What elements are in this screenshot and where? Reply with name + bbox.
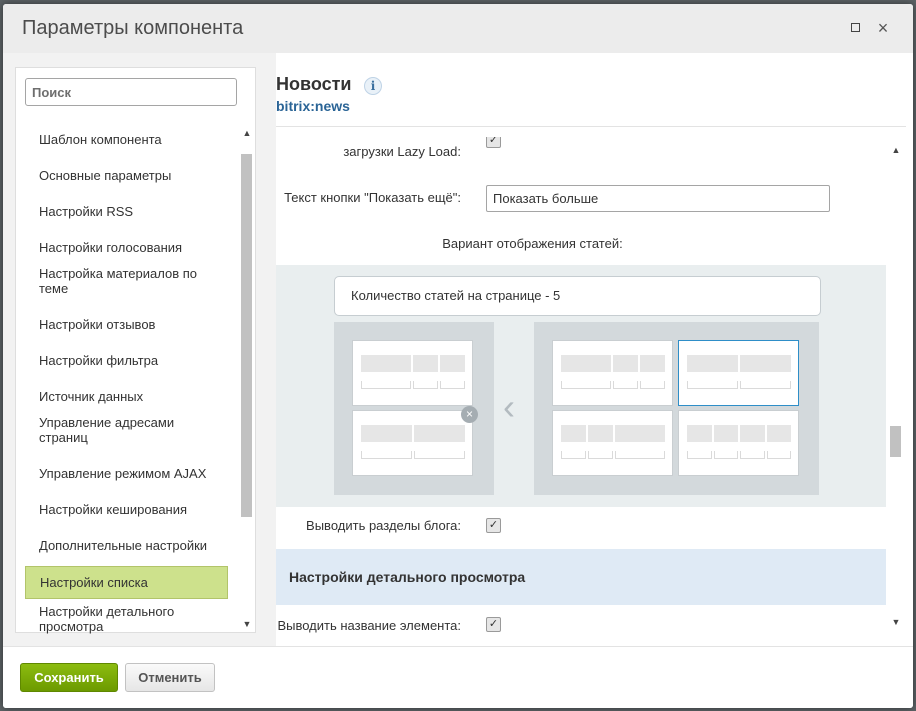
- dialog-body: Шаблон компонента Основные параметры Нас…: [3, 53, 913, 646]
- lazy-load-label: загрузки Lazy Load:: [343, 144, 461, 159]
- layout-option-tile[interactable]: [552, 340, 673, 406]
- sidebar-item-reviews[interactable]: Настройки отзывов: [25, 309, 228, 339]
- detail-section-header[interactable]: Настройки детального просмотра: [276, 549, 886, 605]
- component-title: Новости: [276, 74, 352, 94]
- checkmark-icon: ✓: [488, 519, 499, 531]
- layout-tile[interactable]: [352, 340, 473, 406]
- sidebar-item-voting[interactable]: Настройки голосования: [25, 232, 228, 262]
- sidebar-item-data-source[interactable]: Источник данных: [25, 381, 228, 411]
- search-input[interactable]: [25, 78, 237, 106]
- divider: [276, 126, 906, 127]
- close-icon: ×: [877, 18, 889, 38]
- sidebar-item-related[interactable]: Настройка материалов по теме: [25, 264, 228, 298]
- sidebar-scroll-thumb[interactable]: [241, 154, 252, 517]
- layout-option-tile[interactable]: [678, 410, 799, 476]
- sidebar-list: Шаблон компонента Основные параметры Нас…: [16, 122, 240, 634]
- view-variant-label: Вариант отображения статей:: [442, 236, 623, 251]
- scroll-down-icon[interactable]: ▼: [891, 617, 901, 627]
- sidebar-item-ajax[interactable]: Управление режимом AJAX: [25, 458, 228, 488]
- layout-options-panel: [534, 322, 819, 495]
- current-layout-panel: ×: [334, 322, 494, 495]
- scroll-up-icon[interactable]: ▲: [242, 128, 252, 138]
- content-panel: Новости i bitrix:news загрузки Lazy Load…: [276, 53, 913, 646]
- layout-tile[interactable]: [352, 410, 473, 476]
- show-element-name-label: Выводить название элемента:: [277, 618, 461, 633]
- show-element-name-checkbox[interactable]: ✓: [486, 617, 501, 632]
- settings-form: загрузки Lazy Load: ✓ Текст кнопки "Пока…: [276, 137, 890, 635]
- sidebar-item-template[interactable]: Шаблон компонента: [25, 124, 228, 154]
- checkmark-icon: ✓: [488, 618, 499, 630]
- sidebar-item-list-settings[interactable]: Настройки списка: [25, 566, 228, 599]
- scroll-down-icon[interactable]: ▼: [242, 619, 252, 629]
- scroll-up-icon[interactable]: ▲: [891, 145, 901, 155]
- sidebar-item-additional[interactable]: Дополнительные настройки: [25, 530, 228, 560]
- view-variant-block: Количество статей на странице - 5 × ‹: [276, 265, 886, 507]
- save-button[interactable]: Сохранить: [20, 663, 118, 692]
- sidebar-item-main-params[interactable]: Основные параметры: [25, 160, 228, 190]
- dialog-titlebar[interactable]: Параметры компонента ×: [3, 4, 913, 53]
- sidebar-scrollbar[interactable]: ▲ ▼: [240, 122, 254, 632]
- sidebar-item-urls[interactable]: Управление адресами страниц: [25, 413, 228, 447]
- sidebar-item-cache[interactable]: Настройки кеширования: [25, 494, 228, 524]
- content-scrollbar[interactable]: ▲ ▼: [889, 137, 903, 635]
- close-button[interactable]: ×: [873, 18, 893, 38]
- show-more-label: Текст кнопки "Показать ещё":: [284, 190, 461, 205]
- dialog-footer: Сохранить Отменить: [3, 646, 913, 708]
- checkmark-icon: ✓: [488, 137, 499, 146]
- show-more-input[interactable]: [486, 185, 830, 212]
- layout-option-tile-selected[interactable]: [678, 340, 799, 406]
- articles-count-box[interactable]: Количество статей на странице - 5: [334, 276, 821, 316]
- maximize-icon: [850, 23, 860, 33]
- dialog-title: Параметры компонента: [22, 17, 244, 39]
- chevron-left-icon[interactable]: ‹: [503, 389, 515, 425]
- show-blog-sections-label: Выводить разделы блога:: [306, 518, 461, 533]
- sidebar-item-rss[interactable]: Настройки RSS: [25, 196, 228, 226]
- sidebar-item-detail-settings[interactable]: Настройки детального просмотра: [25, 604, 228, 634]
- sidebar: Шаблон компонента Основные параметры Нас…: [15, 67, 256, 634]
- component-params-dialog: Параметры компонента × Шаблон компонента…: [3, 4, 913, 708]
- component-code: bitrix:news: [276, 98, 350, 114]
- info-icon[interactable]: i: [364, 77, 382, 95]
- remove-row-icon[interactable]: ×: [461, 406, 478, 423]
- sidebar-item-filter[interactable]: Настройки фильтра: [25, 345, 228, 375]
- cancel-button[interactable]: Отменить: [125, 663, 215, 692]
- lazy-load-checkbox[interactable]: ✓: [486, 137, 501, 148]
- show-blog-sections-checkbox[interactable]: ✓: [486, 518, 501, 533]
- layout-option-tile[interactable]: [552, 410, 673, 476]
- maximize-button[interactable]: [845, 18, 865, 38]
- content-scroll-thumb[interactable]: [890, 426, 901, 457]
